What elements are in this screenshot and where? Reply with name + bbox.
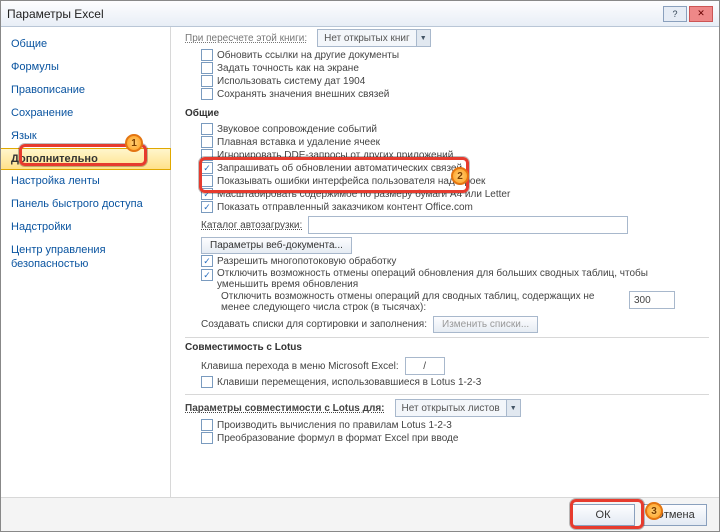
callout-badge-3: 3	[645, 502, 663, 520]
chevron-down-icon: ▼	[506, 400, 520, 416]
opt-precision-displayed: Задать точность как на экране	[217, 63, 359, 74]
callout-badge-2: 2	[451, 167, 469, 185]
opt-multithread: Разрешить многопотоковую обработку	[217, 256, 396, 267]
checkbox[interactable]	[201, 88, 213, 100]
checkbox[interactable]	[201, 376, 213, 388]
sidebar-item-language[interactable]: Язык	[1, 125, 170, 148]
opt-1904-date: Использовать систему дат 1904	[217, 76, 365, 87]
recalc-section-label: При пересчете этой книги:	[185, 33, 307, 44]
opt-office-com-content: Показать отправленный заказчиком контент…	[217, 202, 473, 213]
group-general: Общие	[185, 108, 709, 119]
web-options-button[interactable]: Параметры веб-документа...	[201, 237, 352, 254]
startup-folder-input[interactable]	[308, 216, 628, 234]
checkbox[interactable]	[201, 432, 213, 444]
disable-undo-rows-input[interactable]: 300	[629, 291, 675, 309]
chevron-down-icon: ▼	[416, 30, 430, 46]
checkbox[interactable]	[201, 269, 213, 281]
help-button[interactable]: ?	[663, 6, 687, 22]
checkbox[interactable]	[201, 188, 213, 200]
create-lists-label: Создавать списки для сортировки и заполн…	[201, 319, 427, 330]
group-lotus: Совместимость с Lotus	[185, 337, 709, 353]
checkbox[interactable]	[201, 136, 213, 148]
lotus-menu-key-label: Клавиша перехода в меню Microsoft Excel:	[201, 361, 399, 372]
lotus-for-label: Параметры совместимости с Lotus для:	[185, 403, 385, 414]
opt-lotus-nav-keys: Клавиши перемещения, использовавшиеся в …	[217, 377, 481, 388]
checkbox[interactable]	[201, 175, 213, 187]
category-sidebar: Общие Формулы Правописание Сохранение Яз…	[1, 27, 171, 497]
checkbox[interactable]	[201, 162, 213, 174]
opt-disable-pivot-undo: Отключить возможность отмены операций об…	[217, 268, 687, 290]
opt-disable-undo-rows-label: Отключить возможность отмены операций дл…	[221, 291, 621, 313]
sidebar-item-save[interactable]: Сохранение	[1, 102, 170, 125]
dialog-buttons: ОК Отмена	[1, 497, 719, 531]
lotus-for-dropdown[interactable]: Нет открытых листов ▼	[395, 399, 521, 417]
close-button[interactable]: ✕	[689, 6, 713, 22]
excel-options-dialog: Параметры Excel ? ✕ Общие Формулы Правоп…	[0, 0, 720, 532]
recalc-workbook-dropdown[interactable]: Нет открытых книг ▼	[317, 29, 431, 47]
checkbox[interactable]	[201, 75, 213, 87]
opt-update-links: Обновить ссылки на другие документы	[217, 50, 399, 61]
sidebar-item-proofing[interactable]: Правописание	[1, 79, 170, 102]
checkbox[interactable]	[201, 123, 213, 135]
checkbox[interactable]	[201, 419, 213, 431]
options-content: При пересчете этой книги: Нет открытых к…	[171, 27, 719, 497]
window-title: Параметры Excel	[7, 7, 104, 21]
titlebar: Параметры Excel ? ✕	[1, 1, 719, 27]
opt-lotus-calc: Производить вычисления по правилам Lotus…	[217, 420, 452, 431]
checkbox[interactable]	[201, 62, 213, 74]
opt-lotus-convert: Преобразование формул в формат Excel при…	[217, 433, 458, 444]
ok-button[interactable]: ОК	[571, 504, 635, 526]
sidebar-item-addins[interactable]: Надстройки	[1, 216, 170, 239]
checkbox[interactable]	[201, 201, 213, 213]
opt-show-addin-errors: Показывать ошибки интерфейса пользовател…	[217, 176, 485, 187]
sidebar-item-formulas[interactable]: Формулы	[1, 56, 170, 79]
sidebar-item-customize-ribbon[interactable]: Настройка ленты	[1, 170, 170, 193]
opt-ignore-dde: Игнорировать DDE-запросы от других прило…	[217, 150, 453, 161]
sidebar-item-advanced[interactable]: Дополнительно	[1, 148, 171, 170]
checkbox[interactable]	[201, 149, 213, 161]
opt-save-external-links: Сохранять значения внешних связей	[217, 89, 389, 100]
lotus-menu-key-input[interactable]: /	[405, 357, 445, 375]
sidebar-item-general[interactable]: Общие	[1, 33, 170, 56]
checkbox[interactable]	[201, 49, 213, 61]
startup-folder-label: Каталог автозагрузки:	[201, 220, 302, 231]
opt-smooth-insert: Плавная вставка и удаление ячеек	[217, 137, 380, 148]
sidebar-item-quick-access[interactable]: Панель быстрого доступа	[1, 193, 170, 216]
opt-ask-update-links: Запрашивать об обновлении автоматических…	[217, 163, 462, 174]
callout-badge-1: 1	[125, 134, 143, 152]
opt-sound-feedback: Звуковое сопровождение событий	[217, 124, 377, 135]
checkbox[interactable]	[201, 255, 213, 267]
sidebar-item-trust-center[interactable]: Центр управления безопасностью	[1, 239, 170, 276]
opt-scale-a4-letter: Масштабировать содержимое по размеру бум…	[217, 189, 510, 200]
edit-lists-button[interactable]: Изменить списки...	[433, 316, 538, 333]
